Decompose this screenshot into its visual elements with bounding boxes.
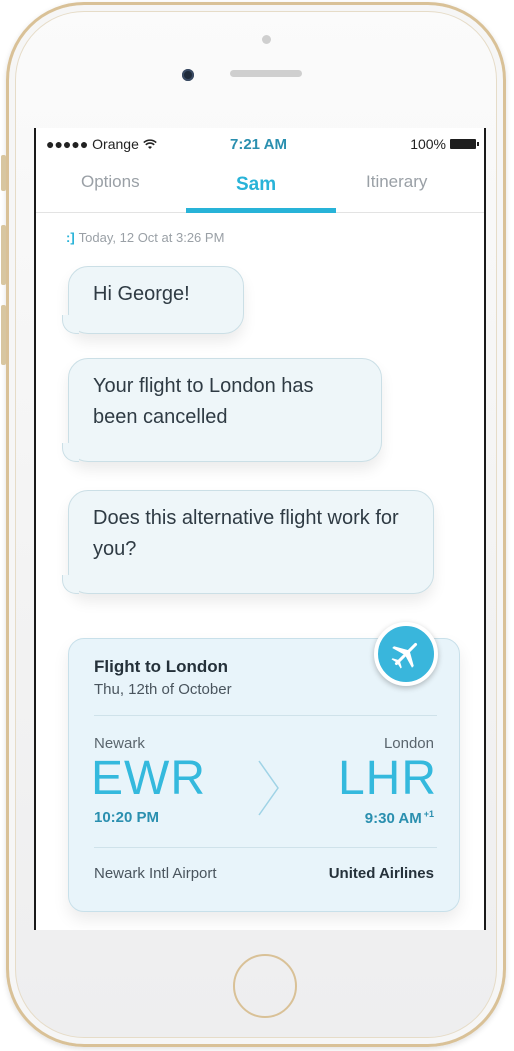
tab-bar: Options Sam Itinerary xyxy=(36,164,484,213)
message-bubble: Does this alternative flight work for yo… xyxy=(62,490,434,594)
active-tab-indicator xyxy=(186,208,336,213)
proximity-sensor xyxy=(262,35,271,44)
battery-icon xyxy=(450,139,479,149)
day-offset: +1 xyxy=(423,809,434,819)
mute-switch xyxy=(1,155,6,191)
message-text: Does this alternative flight work for yo… xyxy=(93,507,399,560)
status-bar: ●●●●● Orange 7:21 AM 100% xyxy=(36,128,484,158)
divider xyxy=(94,715,437,716)
smiley-icon: :] xyxy=(66,230,75,245)
message-text: Hi George! xyxy=(93,283,190,305)
departure-time: 10:20 PM xyxy=(94,809,160,826)
chevron-right-icon xyxy=(258,760,279,816)
flight-date: Thu, 12th of October xyxy=(94,681,232,698)
tab-sam[interactable]: Sam xyxy=(236,174,276,196)
front-camera-icon xyxy=(182,69,194,81)
carrier-label: ●●●●● Orange xyxy=(46,136,157,152)
destination-code: LHR xyxy=(337,752,437,805)
origin-city: Newark xyxy=(94,735,145,752)
home-button[interactable] xyxy=(233,954,297,1018)
destination-city: London xyxy=(383,735,434,752)
timestamp-text: Today, 12 Oct at 3:26 PM xyxy=(78,230,225,245)
divider xyxy=(94,847,437,848)
tab-itinerary[interactable]: Itinerary xyxy=(366,172,427,192)
message-text: Your flight to London has been cancelled xyxy=(93,375,314,428)
airplane-icon xyxy=(391,642,418,669)
clock: 7:21 AM xyxy=(230,136,287,153)
origin-code: EWR xyxy=(91,752,206,805)
earpiece-speaker xyxy=(230,70,302,77)
airline-name: United Airlines xyxy=(328,865,434,882)
wifi-icon xyxy=(143,139,157,149)
flight-badge xyxy=(374,622,438,686)
chat-timestamp: :] Today, 12 Oct at 3:26 PM xyxy=(66,230,224,245)
departure-airport: Newark Intl Airport xyxy=(94,865,217,882)
volume-down-button xyxy=(1,305,6,365)
battery-indicator: 100% xyxy=(410,136,479,152)
flight-card-title: Flight to London xyxy=(94,657,229,676)
volume-up-button xyxy=(1,225,6,285)
app-screen: ●●●●● Orange 7:21 AM 100% Options Sam It… xyxy=(34,128,486,930)
tab-options[interactable]: Options xyxy=(81,172,140,192)
message-bubble: Your flight to London has been cancelled xyxy=(62,358,382,462)
message-bubble: Hi George! xyxy=(62,266,244,334)
arrival-time: 9:30 AM +1 xyxy=(364,809,434,827)
battery-percentage: 100% xyxy=(410,136,446,152)
